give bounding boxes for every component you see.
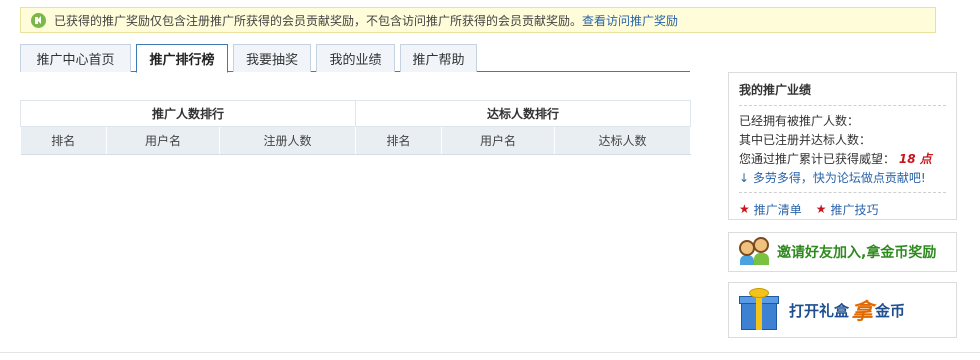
invite-text: 邀请好友加入,拿金币奖励 — [777, 245, 937, 261]
col-username: 用户名 — [106, 126, 220, 155]
promotion-tips-link[interactable]: ★ 推广技巧 — [816, 201, 879, 218]
my-performance-panel: 我的推广业绩 已经拥有被推广人数： 其中已注册并达标人数： 您通过推广累计已获得… — [728, 72, 957, 220]
gift-text-coins: 金币 — [875, 301, 906, 320]
qualified-count-line: 其中已注册并达标人数： — [739, 131, 946, 150]
gift-box-icon — [739, 288, 779, 332]
panel-title: 我的推广业绩 — [739, 83, 812, 97]
invite-friends-banner[interactable]: 邀请好友加入,拿金币奖励 — [728, 232, 957, 272]
promotion-page: 已获得的推广奖励仅包含注册推广所获得的会员贡献奖励，不包含访问推广所获得的会员贡… — [0, 0, 980, 360]
open-gift-banner[interactable]: 打开礼盒 拿 金币 — [728, 282, 957, 338]
prestige-label: 您通过推广累计已获得威望： — [739, 152, 896, 166]
tab-help[interactable]: 推广帮助 — [400, 44, 477, 72]
view-visit-reward-link[interactable]: 查看访问推广奖励 — [582, 12, 678, 29]
referred-count-line: 已经拥有被推广人数： — [739, 112, 946, 131]
divider — [739, 192, 946, 193]
star-icon: ★ — [739, 202, 750, 216]
promotion-list-label: 推广清单 — [753, 202, 802, 217]
col-rank: 排名 — [20, 126, 107, 155]
tab-bar: 推广中心首页 推广排行榜 我要抽奖 我的业绩 推广帮助 — [20, 44, 690, 73]
contribute-link[interactable]: ↓ 多劳多得，快为论坛做点贡献吧! — [739, 169, 946, 188]
notice-bar: 已获得的推广奖励仅包含注册推广所获得的会员贡献奖励，不包含访问推广所获得的会员贡… — [20, 7, 936, 33]
gift-accent: 拿 — [851, 300, 874, 325]
ranking-column-header: 排名 用户名 注册人数 排名 用户名 达标人数 — [20, 126, 692, 155]
star-icon: ★ — [815, 202, 827, 216]
col-username: 用户名 — [441, 126, 556, 155]
notice-text: 已获得的推广奖励仅包含注册推广所获得的会员贡献奖励，不包含访问推广所获得的会员贡… — [54, 13, 583, 28]
divider — [739, 105, 946, 106]
col-rank: 排名 — [355, 126, 443, 155]
tab-lottery[interactable]: 我要抽奖 — [233, 44, 311, 72]
panel-links: ★ 推广清单 ★ 推广技巧 — [739, 199, 946, 219]
prestige-line: 您通过推广累计已获得威望： 18 点 — [739, 150, 946, 169]
tab-performance[interactable]: 我的业绩 — [316, 44, 395, 72]
col-registered-count: 注册人数 — [219, 126, 357, 155]
col-qualified-count: 达标人数 — [554, 126, 692, 155]
tab-home[interactable]: 推广中心首页 — [20, 44, 131, 72]
ranking-table: 推广人数排行 达标人数排行 排名 用户名 注册人数 排名 用户名 达标人数 — [19, 100, 692, 155]
promotion-list-link[interactable]: ★ 推广清单 — [739, 201, 802, 218]
gift-text: 打开礼盒 — [789, 301, 850, 320]
prestige-value: 18 点 — [898, 152, 932, 166]
referral-ranking-title: 推广人数排行 — [19, 100, 357, 127]
speaker-icon — [31, 12, 46, 28]
qualified-ranking-title: 达标人数排行 — [355, 100, 692, 127]
promotion-tips-label: 推广技巧 — [830, 202, 879, 217]
ranking-group-header: 推广人数排行 达标人数排行 — [19, 100, 692, 127]
friends-icon — [739, 237, 771, 267]
bottom-divider — [0, 352, 980, 353]
tab-ranking[interactable]: 推广排行榜 — [136, 44, 228, 73]
referred-label: 已经拥有被推广人数： — [739, 114, 860, 128]
qualified-label: 其中已注册并达标人数： — [739, 133, 872, 147]
